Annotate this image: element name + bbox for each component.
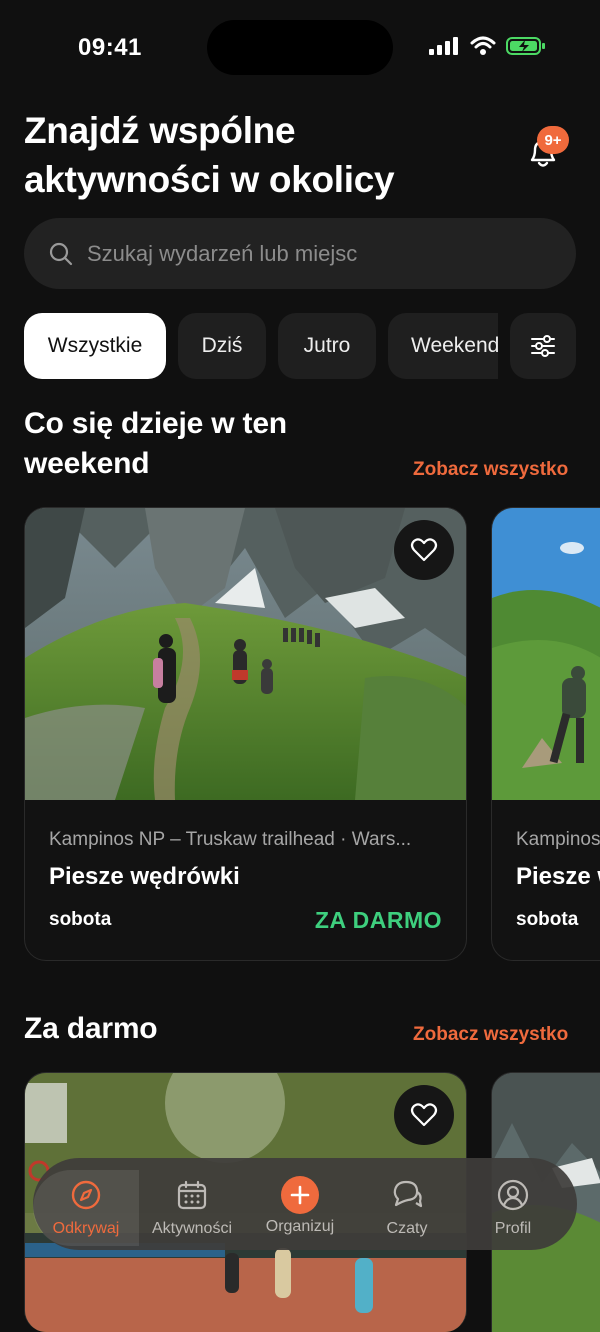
page-title-line-1: Znajdź wspólne (24, 110, 296, 151)
nav-item-activities[interactable]: Aktywności (139, 1158, 245, 1250)
page-title-line-2: aktywności w okolicy (24, 159, 395, 200)
dynamic-island (207, 20, 393, 75)
compass-icon (71, 1180, 101, 1210)
see-all-free-link[interactable]: Zobacz wszystko (413, 1024, 568, 1046)
nav-item-profile[interactable]: Profil (460, 1158, 566, 1250)
nav-item-organize[interactable]: Organizuj (247, 1158, 353, 1250)
wifi-icon (470, 36, 496, 55)
nav-label: Odkrywaj (52, 1220, 120, 1237)
event-day: sobota (516, 909, 579, 930)
heart-icon (410, 538, 438, 562)
nav-label: Profil (494, 1220, 532, 1237)
see-all-weekend-link[interactable]: Zobacz wszystko (413, 459, 568, 481)
nav-item-discover[interactable]: Odkrywaj (33, 1158, 139, 1250)
section-title-line-1: Co się dzieje w ten (24, 407, 287, 440)
profile-icon (497, 1179, 529, 1211)
section-title-free: Za darmo (24, 1012, 158, 1045)
filter-chip-tomorrow[interactable]: Jutro (278, 313, 376, 379)
search-bar[interactable]: Szukaj wydarzeń lub miejsc (24, 218, 576, 289)
section-title-line-2: weekend (24, 447, 150, 480)
page-title: Znajdź wspólne aktywności w okolicy (24, 106, 484, 204)
filter-settings-button[interactable] (510, 313, 576, 379)
nav-label: Czaty (386, 1220, 428, 1237)
notification-badge: 9+ (537, 126, 569, 154)
search-input[interactable]: Szukaj wydarzeń lub miejsc (87, 241, 357, 267)
favorite-button[interactable] (394, 1085, 454, 1145)
event-day: sobota (49, 909, 112, 930)
calendar-icon (177, 1180, 207, 1210)
nav-item-chats[interactable]: Czaty (354, 1158, 460, 1250)
event-card[interactable]: Kampinos NP – Truskaw trailhead · Wars..… (24, 507, 467, 961)
event-title: Piesze w (516, 863, 600, 890)
event-location: Kampinos NP – Truskaw trailhead · Wars..… (49, 829, 412, 850)
signal-icon (429, 37, 458, 55)
favorite-button[interactable] (394, 520, 454, 580)
chat-icon (393, 1180, 423, 1208)
search-icon (49, 242, 73, 266)
event-title: Piesze wędrówki (49, 863, 240, 890)
plus-icon (281, 1176, 319, 1214)
event-price: ZA DARMO (314, 907, 442, 933)
nav-label: Organizuj (265, 1218, 335, 1235)
battery-icon (506, 37, 545, 55)
filter-chip-weekend[interactable]: Weekend (388, 313, 498, 379)
event-location: Kampinos (516, 829, 600, 850)
nav-label: Aktywności (151, 1220, 233, 1237)
sliders-icon (531, 335, 555, 357)
filter-chip-today[interactable]: Dziś (178, 313, 266, 379)
heart-icon (410, 1103, 438, 1127)
section-title-weekend: Co się dzieje w ten weekend (24, 404, 287, 484)
event-image-hiking-2 (492, 508, 600, 800)
status-time: 09:41 (78, 34, 142, 61)
status-icons (428, 36, 546, 56)
bottom-nav: Odkrywaj Aktywności Organizuj Czaty Prof… (33, 1158, 577, 1250)
event-card[interactable]: Kampinos Piesze w sobota (491, 507, 600, 961)
filter-chip-all[interactable]: Wszystkie (24, 313, 166, 379)
